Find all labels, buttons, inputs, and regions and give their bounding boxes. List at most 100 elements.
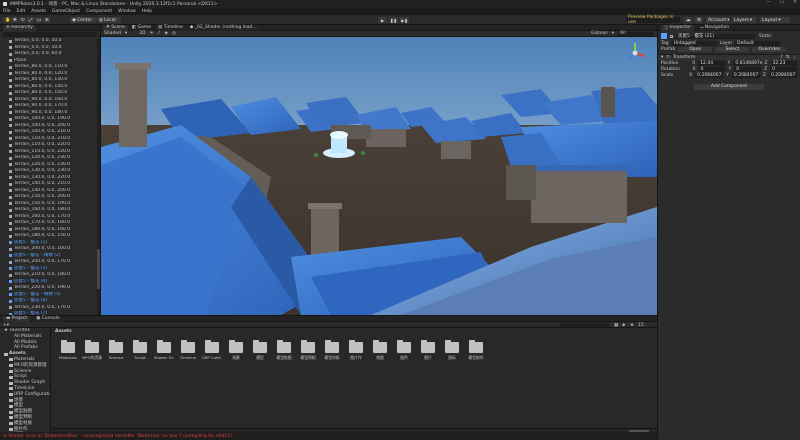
asset-folder[interactable]: URP Confi... (202, 340, 222, 360)
asset-folder[interactable]: 地图 (370, 340, 390, 361)
shading-mode-dropdown[interactable]: Shaded (104, 31, 121, 36)
filter-label-icon[interactable]: ◈ (622, 323, 625, 328)
scale-y-field[interactable]: 0.2084007 (731, 72, 760, 78)
scale-z-field[interactable]: 0.2084007 (769, 72, 797, 78)
menu-gameobject[interactable]: GameObject (52, 9, 80, 14)
project-search-input[interactable] (560, 322, 610, 327)
asset-folder[interactable]: 模型 (250, 340, 270, 361)
preset-icon[interactable]: ⇅ (786, 55, 790, 60)
asset-folder[interactable]: Script (130, 340, 150, 360)
prefab-select-button[interactable]: Select (715, 46, 750, 52)
rotation-z-field[interactable]: 0 (770, 66, 798, 72)
rect-tool-button[interactable]: ▭ (35, 17, 42, 23)
asset-folder[interactable]: 模型预制 (298, 340, 318, 361)
asset-folder[interactable]: Timeline (178, 340, 198, 360)
move-icon: ✥ (13, 17, 17, 23)
hand-tool-button[interactable]: ✋ (3, 17, 11, 23)
prefab-overrides-button[interactable]: Overrides (752, 46, 787, 52)
layers-dropdown[interactable]: Layers ▾ (732, 17, 756, 23)
services-button[interactable]: ⚙ (695, 17, 703, 23)
scrollbar-thumb[interactable] (97, 249, 100, 289)
collab-button[interactable]: ☁ (684, 17, 692, 23)
add-asset-button[interactable]: +▾ (3, 323, 9, 328)
preview-packages-badge[interactable]: Preview Packages in use (626, 15, 680, 25)
hierarchy-scrollbar[interactable] (97, 39, 100, 315)
menu-file[interactable]: File (3, 9, 11, 14)
position-x-field[interactable]: 12.44 (698, 60, 725, 66)
filter-type-icon[interactable]: ▦ (614, 323, 618, 328)
position-label: Position (661, 60, 679, 66)
hierarchy-item-label: Terrain_100.0, 0.0, 210.0 (14, 129, 71, 134)
help-icon[interactable]: ? (780, 55, 782, 60)
static-toggle[interactable]: Static (759, 34, 772, 39)
tab-project[interactable]: ▬ Project (3, 315, 31, 322)
hierarchy-item-label: Terrain_80.0, 0.0, 120.0 (14, 70, 68, 76)
asset-folder[interactable]: Shader Gr... (154, 340, 174, 360)
hierarchy-search-input[interactable] (3, 32, 97, 37)
position-y-field[interactable]: 0.8146897e (733, 60, 763, 66)
tab-hierarchy[interactable]: ≡ Hierarchy (3, 25, 36, 31)
2d-toggle[interactable]: 2D (139, 31, 145, 36)
asset-folder[interactable]: 图标 (442, 340, 462, 361)
transform-tool-button[interactable]: ⊕ (43, 17, 50, 23)
tab-scene[interactable]: # Scene (103, 24, 128, 31)
account-dropdown[interactable]: Account ▾ (706, 17, 730, 23)
layer-dropdown[interactable]: Default (735, 40, 781, 46)
asset-folder[interactable]: 模型材质 (322, 340, 342, 361)
status-bar[interactable]: ⊘ Shader error in 'Distortion/Blur' : un… (0, 432, 657, 440)
step-button[interactable]: ▶❚ (400, 17, 409, 23)
breadcrumb[interactable]: Assets (55, 329, 72, 334)
scale-tool-button[interactable]: ⤢ (27, 17, 34, 23)
scene-viewport[interactable] (101, 37, 657, 315)
hidden-icon[interactable]: ◎ (172, 31, 176, 36)
favorite-star-icon[interactable]: ★ (630, 323, 634, 328)
effects-icon[interactable]: ◈ (164, 31, 167, 36)
more-menu-icon[interactable]: ⋮ (793, 55, 798, 60)
gizmos-dropdown[interactable]: Gizmos (591, 31, 608, 36)
hierarchy-panel: ≡ Hierarchy Terrain_0.0, 0.0, 50.0 Terrai… (0, 25, 101, 315)
asset-folder[interactable]: MFO的资源 (82, 340, 102, 361)
menu-window[interactable]: Window (118, 9, 136, 14)
asset-folder[interactable]: 模型制作 (466, 340, 486, 361)
scene-search-input[interactable]: All (618, 31, 654, 36)
layout-dropdown[interactable]: Layout ▾ (760, 17, 790, 23)
asset-folder[interactable]: 插件 (394, 340, 414, 361)
minimize-button[interactable]: — (767, 0, 772, 5)
maximize-button[interactable]: ☐ (780, 0, 784, 5)
audio-icon[interactable]: ♪ (158, 31, 161, 36)
asset-folder[interactable]: 场景 (226, 340, 246, 361)
active-checkbox[interactable] (670, 34, 673, 38)
rotation-x-field[interactable]: 0 (698, 66, 726, 72)
menu-component[interactable]: Component (86, 9, 112, 14)
menu-help[interactable]: Help (142, 9, 152, 14)
position-z-field[interactable]: 32.23 (770, 60, 797, 66)
tab-game[interactable]: ◧ Game (128, 24, 155, 31)
asset-folder[interactable]: Science (106, 340, 126, 360)
asset-folder[interactable]: 图片 (418, 340, 438, 361)
object-name-field[interactable]: 房屋5 - 樱花 (21) (676, 33, 756, 39)
pause-button[interactable]: ❚❚ (389, 17, 398, 23)
tab-console[interactable]: ▣ Console (33, 315, 63, 322)
menu-assets[interactable]: Assets (31, 9, 46, 14)
rotation-y-field[interactable]: 0 (734, 66, 762, 72)
tab-timeline[interactable]: ▤ Timeline (155, 24, 186, 31)
close-button[interactable]: ✕ (793, 0, 797, 5)
tag-dropdown[interactable]: Untagged (671, 40, 717, 46)
rotate-tool-button[interactable]: ↻ (19, 17, 26, 23)
add-component-button[interactable]: Add Component (694, 84, 764, 90)
space-toggle[interactable]: ◍ Local (97, 17, 121, 23)
asset-folder[interactable]: 图片作 (346, 340, 366, 361)
asset-folder[interactable]: Materials (58, 340, 78, 360)
lighting-icon[interactable]: ☀ (150, 31, 154, 36)
tab-inspector[interactable]: ⓘ Inspector (661, 24, 694, 31)
play-button[interactable]: ▶ (378, 17, 387, 23)
pivot-toggle[interactable]: ◉ Center (70, 17, 96, 23)
menu-edit[interactable]: Edit (17, 9, 26, 14)
move-tool-button[interactable]: ✥ (11, 17, 18, 23)
asset-folder[interactable]: 模型贴图 (274, 340, 294, 361)
tab-navigation[interactable]: ⤳ Navigation (696, 24, 733, 31)
view-orientation-gizmo[interactable] (623, 41, 647, 65)
scale-x-field[interactable]: 0.2084007 (695, 72, 724, 78)
tab-shader[interactable]: ◆ _02_Shader (nothing load... (186, 24, 260, 31)
prefab-open-button[interactable]: Open (678, 46, 713, 52)
